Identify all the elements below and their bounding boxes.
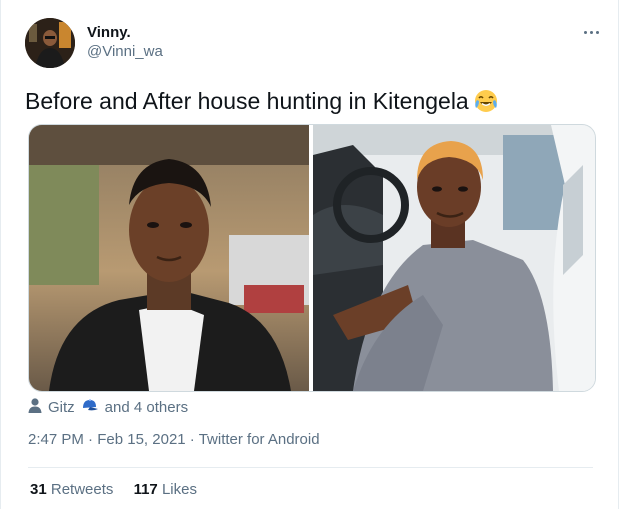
retweets-stat[interactable]: 31 Retweets [30, 481, 113, 498]
tweet-card: Vinny. @Vinni_wa Before and After house … [0, 0, 619, 509]
tweet-text: Before and After house hunting in Kiteng… [25, 87, 499, 120]
likes-count: 117 [133, 481, 158, 498]
tweet-text-content: Before and After house hunting in Kiteng… [25, 88, 469, 114]
person-icon [28, 397, 42, 419]
more-options-icon[interactable] [577, 24, 605, 40]
photo-before[interactable] [29, 125, 309, 391]
tweet-time-link[interactable]: 2:47 PM [28, 431, 84, 448]
liked-by: Gitz and 4 others [28, 397, 188, 419]
other-likers-link[interactable]: and 4 others [105, 398, 188, 418]
tweet-date-link[interactable]: Feb 15, 2021 [97, 431, 185, 448]
meta-separator: · [185, 431, 199, 448]
author-handle[interactable]: @Vinni_wa [87, 42, 163, 62]
retweets-label: Retweets [50, 481, 114, 498]
avatar-photo-icon [25, 18, 75, 68]
tweet-media[interactable] [28, 124, 596, 392]
tweet-stats: 31 Retweets 117 Likes [30, 480, 213, 500]
meta-separator: · [83, 431, 98, 448]
liker-name-link[interactable]: Gitz [48, 398, 75, 418]
retweets-count: 31 [30, 481, 47, 498]
author-block[interactable]: Vinny. @Vinni_wa [87, 24, 163, 62]
divider [28, 467, 593, 468]
blue-cap-icon [81, 397, 99, 419]
photo-after[interactable] [313, 125, 595, 391]
likes-label: Likes [161, 481, 197, 498]
photo-after-icon [313, 125, 595, 391]
likes-stat[interactable]: 117 Likes [134, 481, 197, 498]
tweet-header: Vinny. @Vinni_wa [25, 18, 605, 70]
face-with-tears-of-joy-icon [473, 88, 499, 120]
tweet-source-link[interactable]: Twitter for Android [199, 431, 320, 448]
tweet-meta: 2:47 PM · Feb 15, 2021 · Twitter for And… [28, 430, 320, 450]
author-display-name[interactable]: Vinny. [87, 24, 163, 42]
avatar[interactable] [25, 18, 75, 68]
photo-before-icon [29, 125, 309, 391]
